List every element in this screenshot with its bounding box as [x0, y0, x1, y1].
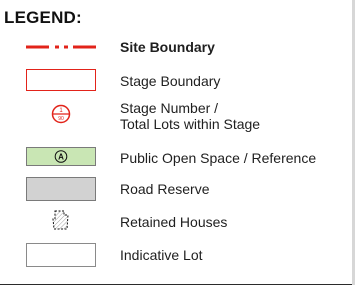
open-space-marker: A: [58, 153, 64, 162]
legend-item-stage-boundary: Stage Boundary: [0, 66, 354, 94]
legend-item-open-space: A Public Open Space / Reference: [0, 143, 354, 171]
open-space-box-icon: A: [26, 143, 96, 171]
legend-title: LEGEND:: [4, 8, 82, 27]
stage-boundary-rectangle-icon: [26, 66, 96, 94]
legend-label: Indicative Lot: [120, 247, 203, 263]
indicative-lot-box-icon: [26, 241, 96, 269]
site-boundary-line-icon: [26, 33, 96, 61]
legend-item-road-reserve: Road Reserve: [0, 175, 354, 203]
legend-label: Road Reserve: [120, 181, 210, 197]
legend-label: Retained Houses: [120, 214, 228, 230]
legend-item-retained-houses: Retained Houses: [0, 207, 354, 235]
legend-label: Stage Number / Total Lots within Stage: [120, 100, 261, 132]
legend-label: Site Boundary: [120, 39, 215, 55]
legend-item-stage-number: 1 90 Stage Number / Total Lots within St…: [0, 97, 354, 133]
retained-house-icon: [26, 207, 96, 235]
stage-number-circle-icon: 1 90: [26, 97, 96, 133]
road-reserve-box-icon: [26, 175, 96, 203]
legend-label: Stage Boundary: [120, 73, 221, 89]
stage-total-text: 90: [58, 116, 64, 122]
legend-item-indicative-lot: Indicative Lot: [0, 241, 354, 269]
legend-item-site-boundary: Site Boundary: [0, 33, 354, 61]
map-legend: LEGEND: Site Boundary Stage Boundary 1 9…: [0, 0, 355, 285]
map-edge-strip: [352, 0, 355, 285]
legend-label: Public Open Space / Reference: [120, 150, 317, 166]
